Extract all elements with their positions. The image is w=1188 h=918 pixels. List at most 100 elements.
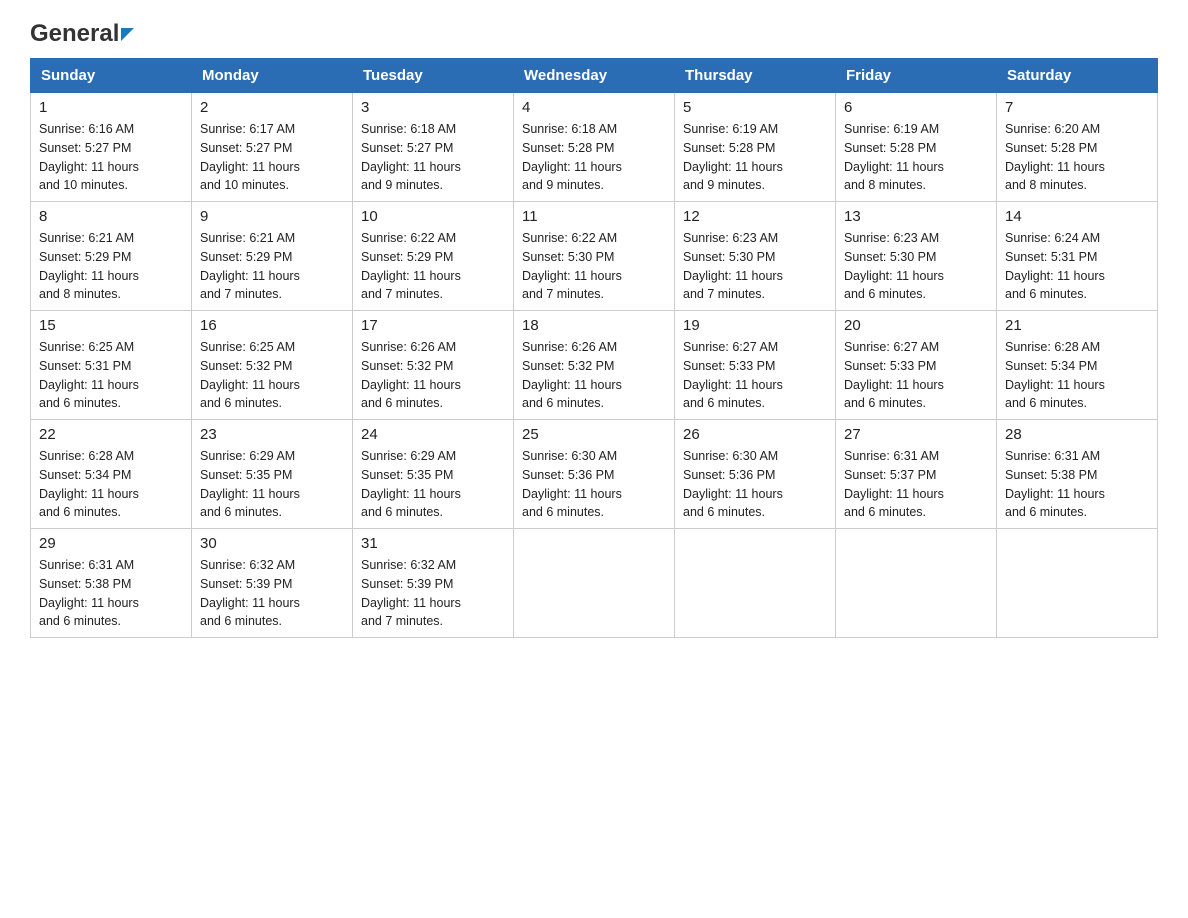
logo-general-text: General — [30, 20, 119, 48]
day-info: Sunrise: 6:19 AMSunset: 5:28 PMDaylight:… — [844, 120, 988, 195]
calendar-cell — [514, 529, 675, 638]
day-number: 29 — [39, 535, 183, 552]
day-number: 27 — [844, 426, 988, 443]
day-of-week-header: Wednesday — [514, 59, 675, 93]
day-number: 12 — [683, 208, 827, 225]
day-info: Sunrise: 6:22 AMSunset: 5:29 PMDaylight:… — [361, 229, 505, 304]
day-info: Sunrise: 6:23 AMSunset: 5:30 PMDaylight:… — [683, 229, 827, 304]
day-info: Sunrise: 6:18 AMSunset: 5:28 PMDaylight:… — [522, 120, 666, 195]
day-number: 22 — [39, 426, 183, 443]
calendar-cell: 16 Sunrise: 6:25 AMSunset: 5:32 PMDaylig… — [192, 311, 353, 420]
calendar-cell: 6 Sunrise: 6:19 AMSunset: 5:28 PMDayligh… — [836, 93, 997, 202]
day-of-week-header: Tuesday — [353, 59, 514, 93]
day-number: 8 — [39, 208, 183, 225]
calendar-cell: 11 Sunrise: 6:22 AMSunset: 5:30 PMDaylig… — [514, 202, 675, 311]
day-number: 21 — [1005, 317, 1149, 334]
day-info: Sunrise: 6:27 AMSunset: 5:33 PMDaylight:… — [683, 338, 827, 413]
day-info: Sunrise: 6:28 AMSunset: 5:34 PMDaylight:… — [39, 447, 183, 522]
day-info: Sunrise: 6:21 AMSunset: 5:29 PMDaylight:… — [200, 229, 344, 304]
day-number: 1 — [39, 99, 183, 116]
calendar-cell: 3 Sunrise: 6:18 AMSunset: 5:27 PMDayligh… — [353, 93, 514, 202]
day-number: 19 — [683, 317, 827, 334]
day-number: 5 — [683, 99, 827, 116]
day-info: Sunrise: 6:20 AMSunset: 5:28 PMDaylight:… — [1005, 120, 1149, 195]
day-number: 7 — [1005, 99, 1149, 116]
calendar-cell — [675, 529, 836, 638]
day-info: Sunrise: 6:31 AMSunset: 5:38 PMDaylight:… — [1005, 447, 1149, 522]
calendar-cell: 1 Sunrise: 6:16 AMSunset: 5:27 PMDayligh… — [31, 93, 192, 202]
calendar-cell — [836, 529, 997, 638]
day-number: 24 — [361, 426, 505, 443]
day-number: 9 — [200, 208, 344, 225]
day-info: Sunrise: 6:29 AMSunset: 5:35 PMDaylight:… — [200, 447, 344, 522]
calendar-week-row: 1 Sunrise: 6:16 AMSunset: 5:27 PMDayligh… — [31, 93, 1158, 202]
calendar-cell: 4 Sunrise: 6:18 AMSunset: 5:28 PMDayligh… — [514, 93, 675, 202]
day-info: Sunrise: 6:23 AMSunset: 5:30 PMDaylight:… — [844, 229, 988, 304]
calendar-cell: 24 Sunrise: 6:29 AMSunset: 5:35 PMDaylig… — [353, 420, 514, 529]
day-info: Sunrise: 6:25 AMSunset: 5:31 PMDaylight:… — [39, 338, 183, 413]
calendar-cell: 15 Sunrise: 6:25 AMSunset: 5:31 PMDaylig… — [31, 311, 192, 420]
day-of-week-header: Saturday — [997, 59, 1158, 93]
day-info: Sunrise: 6:27 AMSunset: 5:33 PMDaylight:… — [844, 338, 988, 413]
calendar-cell: 20 Sunrise: 6:27 AMSunset: 5:33 PMDaylig… — [836, 311, 997, 420]
day-number: 20 — [844, 317, 988, 334]
calendar-cell: 29 Sunrise: 6:31 AMSunset: 5:38 PMDaylig… — [31, 529, 192, 638]
calendar-cell: 21 Sunrise: 6:28 AMSunset: 5:34 PMDaylig… — [997, 311, 1158, 420]
calendar-cell: 19 Sunrise: 6:27 AMSunset: 5:33 PMDaylig… — [675, 311, 836, 420]
calendar-cell: 25 Sunrise: 6:30 AMSunset: 5:36 PMDaylig… — [514, 420, 675, 529]
calendar-cell: 7 Sunrise: 6:20 AMSunset: 5:28 PMDayligh… — [997, 93, 1158, 202]
day-info: Sunrise: 6:30 AMSunset: 5:36 PMDaylight:… — [683, 447, 827, 522]
day-number: 28 — [1005, 426, 1149, 443]
calendar-cell: 13 Sunrise: 6:23 AMSunset: 5:30 PMDaylig… — [836, 202, 997, 311]
day-info: Sunrise: 6:29 AMSunset: 5:35 PMDaylight:… — [361, 447, 505, 522]
day-number: 6 — [844, 99, 988, 116]
calendar-cell: 12 Sunrise: 6:23 AMSunset: 5:30 PMDaylig… — [675, 202, 836, 311]
day-info: Sunrise: 6:31 AMSunset: 5:37 PMDaylight:… — [844, 447, 988, 522]
day-number: 16 — [200, 317, 344, 334]
calendar-week-row: 22 Sunrise: 6:28 AMSunset: 5:34 PMDaylig… — [31, 420, 1158, 529]
calendar-cell: 31 Sunrise: 6:32 AMSunset: 5:39 PMDaylig… — [353, 529, 514, 638]
day-info: Sunrise: 6:25 AMSunset: 5:32 PMDaylight:… — [200, 338, 344, 413]
day-number: 10 — [361, 208, 505, 225]
calendar-cell: 26 Sunrise: 6:30 AMSunset: 5:36 PMDaylig… — [675, 420, 836, 529]
day-info: Sunrise: 6:17 AMSunset: 5:27 PMDaylight:… — [200, 120, 344, 195]
day-number: 14 — [1005, 208, 1149, 225]
day-number: 15 — [39, 317, 183, 334]
calendar-cell: 2 Sunrise: 6:17 AMSunset: 5:27 PMDayligh… — [192, 93, 353, 202]
calendar-week-row: 29 Sunrise: 6:31 AMSunset: 5:38 PMDaylig… — [31, 529, 1158, 638]
calendar-cell: 14 Sunrise: 6:24 AMSunset: 5:31 PMDaylig… — [997, 202, 1158, 311]
calendar-week-row: 15 Sunrise: 6:25 AMSunset: 5:31 PMDaylig… — [31, 311, 1158, 420]
day-info: Sunrise: 6:18 AMSunset: 5:27 PMDaylight:… — [361, 120, 505, 195]
day-info: Sunrise: 6:21 AMSunset: 5:29 PMDaylight:… — [39, 229, 183, 304]
day-of-week-header: Sunday — [31, 59, 192, 93]
day-number: 26 — [683, 426, 827, 443]
day-number: 2 — [200, 99, 344, 116]
calendar-cell — [997, 529, 1158, 638]
day-info: Sunrise: 6:31 AMSunset: 5:38 PMDaylight:… — [39, 556, 183, 631]
calendar-week-row: 8 Sunrise: 6:21 AMSunset: 5:29 PMDayligh… — [31, 202, 1158, 311]
calendar-cell: 23 Sunrise: 6:29 AMSunset: 5:35 PMDaylig… — [192, 420, 353, 529]
calendar-cell: 8 Sunrise: 6:21 AMSunset: 5:29 PMDayligh… — [31, 202, 192, 311]
calendar-cell: 9 Sunrise: 6:21 AMSunset: 5:29 PMDayligh… — [192, 202, 353, 311]
day-info: Sunrise: 6:16 AMSunset: 5:27 PMDaylight:… — [39, 120, 183, 195]
day-info: Sunrise: 6:26 AMSunset: 5:32 PMDaylight:… — [522, 338, 666, 413]
day-number: 11 — [522, 208, 666, 225]
day-number: 13 — [844, 208, 988, 225]
calendar-cell: 27 Sunrise: 6:31 AMSunset: 5:37 PMDaylig… — [836, 420, 997, 529]
day-info: Sunrise: 6:32 AMSunset: 5:39 PMDaylight:… — [200, 556, 344, 631]
day-of-week-header: Monday — [192, 59, 353, 93]
day-info: Sunrise: 6:19 AMSunset: 5:28 PMDaylight:… — [683, 120, 827, 195]
calendar-cell: 18 Sunrise: 6:26 AMSunset: 5:32 PMDaylig… — [514, 311, 675, 420]
logo: General — [30, 20, 134, 48]
day-info: Sunrise: 6:28 AMSunset: 5:34 PMDaylight:… — [1005, 338, 1149, 413]
day-info: Sunrise: 6:26 AMSunset: 5:32 PMDaylight:… — [361, 338, 505, 413]
day-number: 25 — [522, 426, 666, 443]
day-info: Sunrise: 6:30 AMSunset: 5:36 PMDaylight:… — [522, 447, 666, 522]
day-number: 31 — [361, 535, 505, 552]
day-number: 23 — [200, 426, 344, 443]
calendar-cell: 30 Sunrise: 6:32 AMSunset: 5:39 PMDaylig… — [192, 529, 353, 638]
day-number: 4 — [522, 99, 666, 116]
day-info: Sunrise: 6:24 AMSunset: 5:31 PMDaylight:… — [1005, 229, 1149, 304]
day-of-week-header: Thursday — [675, 59, 836, 93]
calendar-table: SundayMondayTuesdayWednesdayThursdayFrid… — [30, 58, 1158, 638]
